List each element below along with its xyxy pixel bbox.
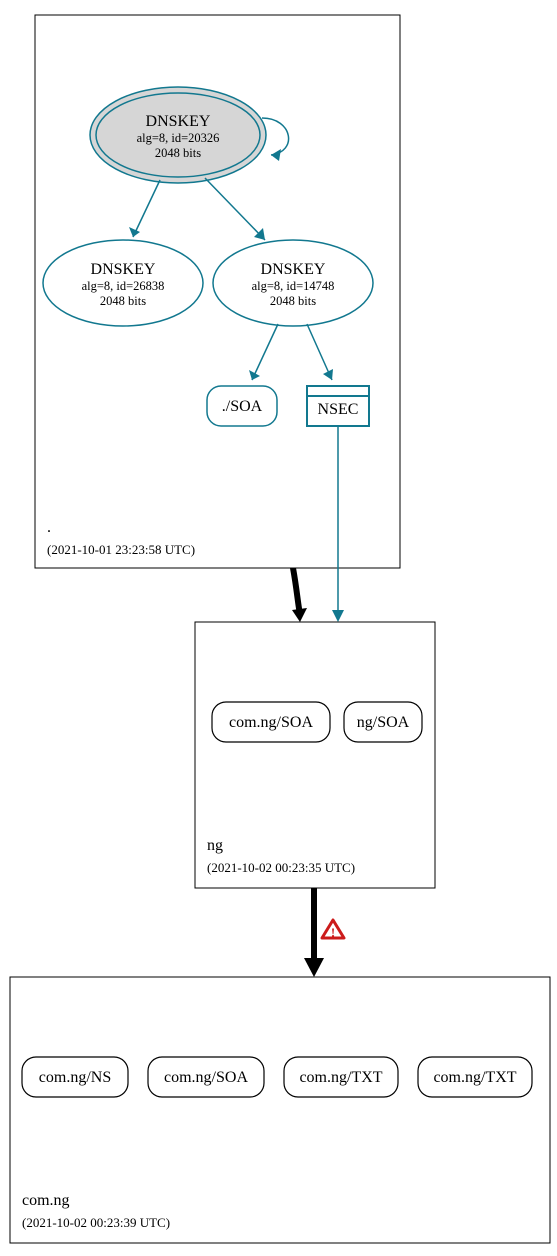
svg-text:ng/SOA: ng/SOA xyxy=(357,714,410,731)
zone-ng-ts: (2021-10-02 00:23:35 UTC) xyxy=(207,860,355,875)
edge-ksk-to-b xyxy=(205,178,265,240)
svg-text:com.ng/SOA: com.ng/SOA xyxy=(164,1069,248,1086)
zone-comng-ts: (2021-10-02 00:23:39 UTC) xyxy=(22,1215,170,1230)
svg-text:!: ! xyxy=(331,925,335,940)
svg-text:alg=8, id=26838: alg=8, id=26838 xyxy=(82,279,165,293)
svg-text:DNSKEY: DNSKEY xyxy=(91,261,156,278)
svg-text:DNSKEY: DNSKEY xyxy=(261,261,326,278)
node-comng-txt-1[interactable]: com.ng/TXT xyxy=(284,1057,398,1097)
svg-text:com.ng/NS: com.ng/NS xyxy=(39,1069,111,1086)
svg-text:com.ng/TXT: com.ng/TXT xyxy=(299,1069,382,1086)
dnskey-sub2: 2048 bits xyxy=(155,146,201,160)
node-root-soa[interactable]: ./SOA xyxy=(207,386,277,426)
edge-root-to-ng xyxy=(293,568,300,614)
svg-text:NSEC: NSEC xyxy=(318,401,359,418)
node-comng-ns[interactable]: com.ng/NS xyxy=(22,1057,128,1097)
node-comng-soa-in-ng[interactable]: com.ng/SOA xyxy=(212,702,330,742)
zone-root-ts: (2021-10-01 23:23:58 UTC) xyxy=(47,542,195,557)
zone-ng-label: ng xyxy=(207,837,223,854)
node-dnskey-b[interactable]: DNSKEY alg=8, id=14748 2048 bits xyxy=(213,240,373,326)
svg-text:./SOA: ./SOA xyxy=(222,398,263,415)
svg-text:com.ng/SOA: com.ng/SOA xyxy=(229,714,313,731)
svg-text:2048 bits: 2048 bits xyxy=(270,294,316,308)
node-ng-soa[interactable]: ng/SOA xyxy=(344,702,422,742)
zone-root-label: . xyxy=(47,519,51,536)
edge-b-to-soa xyxy=(252,324,278,380)
dnskey-sub1: alg=8, id=20326 xyxy=(137,131,220,145)
node-comng-soa[interactable]: com.ng/SOA xyxy=(148,1057,264,1097)
node-comng-txt-2[interactable]: com.ng/TXT xyxy=(418,1057,532,1097)
svg-text:2048 bits: 2048 bits xyxy=(100,294,146,308)
node-dnskey-ksk[interactable]: DNSKEY alg=8, id=20326 2048 bits xyxy=(90,87,266,183)
edge-ksk-to-a xyxy=(133,180,160,237)
zone-ng: ng (2021-10-02 00:23:35 UTC) xyxy=(195,622,435,888)
svg-text:alg=8, id=14748: alg=8, id=14748 xyxy=(252,279,335,293)
node-dnskey-a[interactable]: DNSKEY alg=8, id=26838 2048 bits xyxy=(43,240,203,326)
svg-text:com.ng/TXT: com.ng/TXT xyxy=(433,1069,516,1086)
dnskey-title: DNSKEY xyxy=(146,113,211,130)
zone-comng: com.ng (2021-10-02 00:23:39 UTC) xyxy=(10,977,550,1243)
warning-icon: ! xyxy=(322,920,344,940)
zone-comng-label: com.ng xyxy=(22,1192,70,1209)
node-nsec[interactable]: NSEC xyxy=(307,386,369,426)
